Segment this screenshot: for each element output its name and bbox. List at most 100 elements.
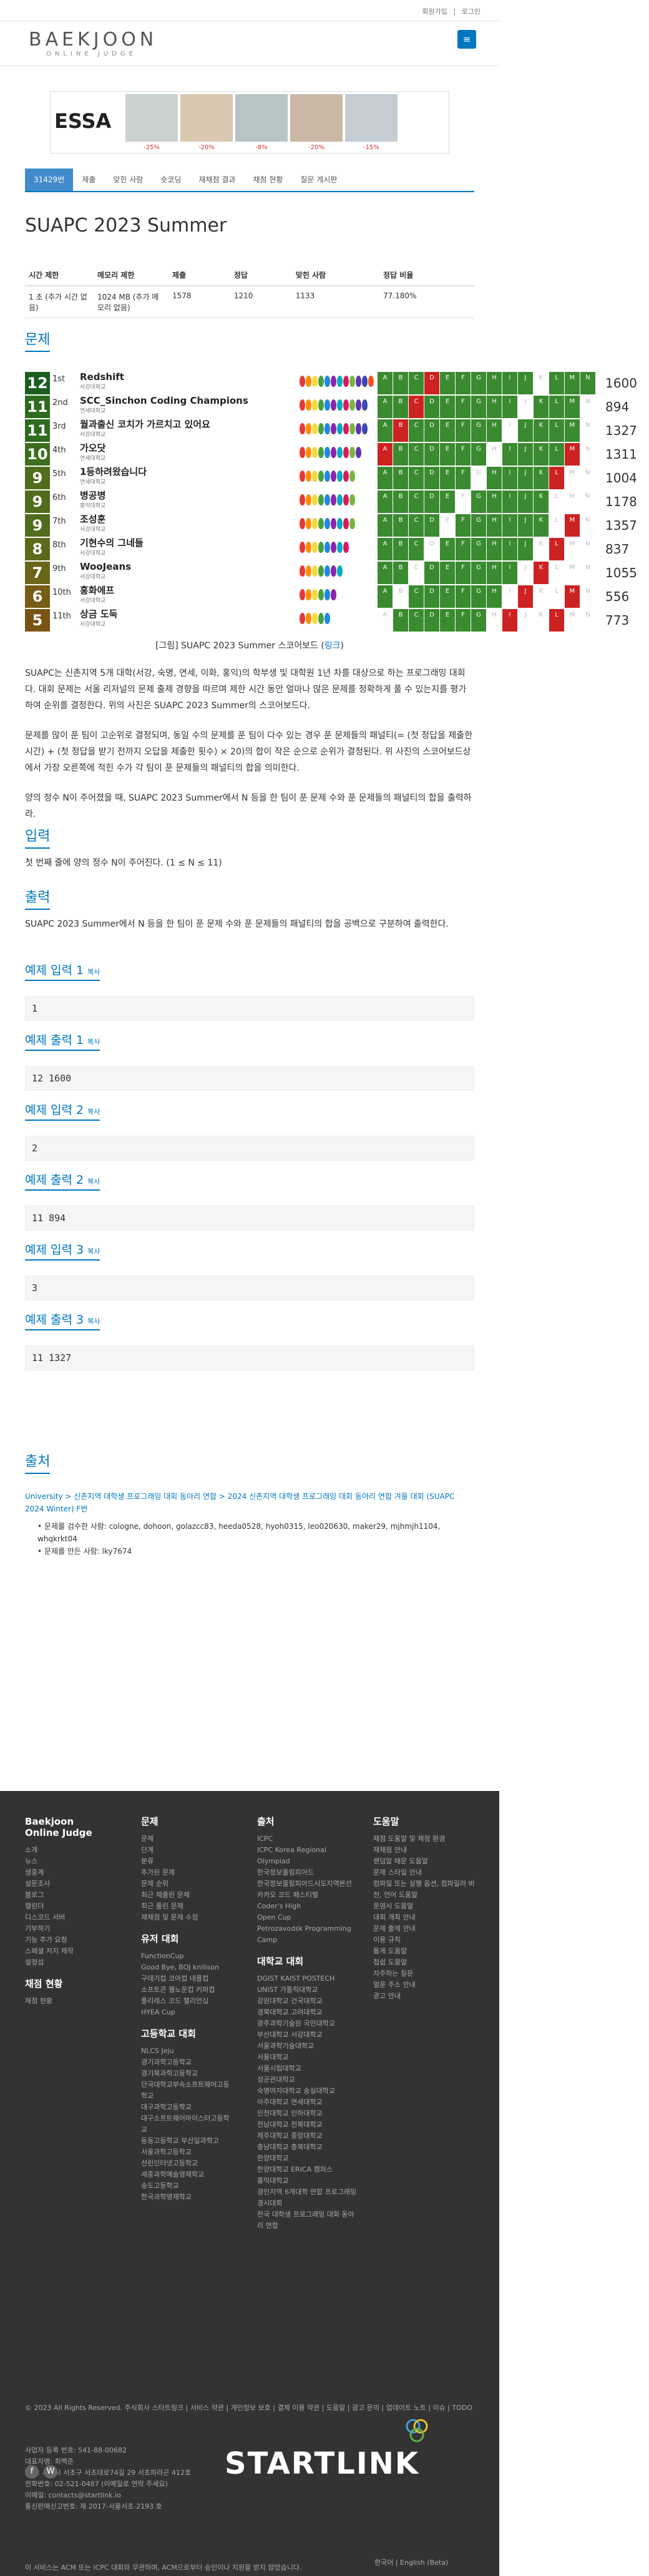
- footer-link[interactable]: 경북대학교 고려대학교: [257, 2007, 357, 2018]
- blog-icon[interactable]: W: [44, 2465, 57, 2479]
- footer-link[interactable]: 문제 순위: [141, 1878, 235, 1890]
- footer-link[interactable]: 대구과학고등학교: [141, 2102, 235, 2113]
- footer-link[interactable]: Olympiad: [257, 1856, 357, 1867]
- footer-link[interactable]: 제주대학교 중앙대학교: [257, 2130, 357, 2142]
- footer-link[interactable]: 인천대학교 인하대학교: [257, 2108, 357, 2119]
- footer-link[interactable]: 톱게 도움말: [373, 1946, 479, 1957]
- footer-link[interactable]: 기부하기: [25, 1923, 106, 1934]
- footer-link[interactable]: 디스코드 서버: [25, 1912, 106, 1923]
- footer-link[interactable]: 운영시 도움말: [373, 1901, 479, 1912]
- footer-link[interactable]: 대구소프트웨어마이스터고등학교: [141, 2113, 235, 2135]
- footer-link[interactable]: 숙명여자대학교 숭실대학교: [257, 2086, 357, 2097]
- footer-link[interactable]: 서울과학고등학교: [141, 2147, 235, 2158]
- footer-link[interactable]: 기능 추가 요청: [25, 1934, 106, 1946]
- footer-link[interactable]: ICPC: [257, 1833, 357, 1845]
- footer-link[interactable]: 얼룬 주소 안내: [373, 1979, 479, 1991]
- footer-link[interactable]: 선린인터넷고등학교: [141, 2158, 235, 2169]
- copy-button[interactable]: 복사: [87, 1178, 100, 1186]
- footer-link[interactable]: 자주하는 질문: [373, 1968, 479, 1979]
- footer-link[interactable]: ICPC Korea Regional: [257, 1845, 357, 1856]
- advertisement-banner[interactable]: ESSA -25% -20% -8% -20% -15%: [50, 91, 449, 154]
- footer-link[interactable]: 단국대학교부속소프트웨어고등학교: [141, 2079, 235, 2102]
- copy-button[interactable]: 복사: [87, 968, 100, 976]
- tab-status[interactable]: 채점 현황: [244, 168, 291, 191]
- site-logo[interactable]: BAEKJOON ONLINE JUDGE: [29, 29, 157, 57]
- tab-solved-users[interactable]: 맞힌 사람: [104, 168, 152, 191]
- footer-link[interactable]: 캘린더: [25, 1901, 106, 1912]
- register-link[interactable]: 회원가입: [422, 7, 447, 16]
- footer-link[interactable]: 경기과학고등학교: [141, 2057, 235, 2068]
- footer-link[interactable]: 대회 개최 안내: [373, 1912, 479, 1923]
- footer-link[interactable]: 세종과학예술영재학교: [141, 2169, 235, 2180]
- tab-board[interactable]: 질문 게시판: [291, 168, 346, 191]
- footer-link[interactable]: 송도고등학교: [141, 2180, 235, 2192]
- footer-link[interactable]: Petrozavodsk Programming Camp: [257, 1923, 357, 1946]
- footer-link[interactable]: 컴파일 또는 실행 옵션, 컴파일러 버전, 언어 도움말: [373, 1878, 479, 1901]
- footer-link[interactable]: 광고 안내: [373, 1991, 479, 2002]
- footer-link[interactable]: NLCS Jeju: [141, 2046, 235, 2057]
- footer-link[interactable]: UNIST 가톨릭대학교: [257, 1984, 357, 1996]
- footer-link[interactable]: 최근 제출된 문제: [141, 1890, 235, 1901]
- footer-link[interactable]: 성균관대학교: [257, 2074, 357, 2086]
- copy-button[interactable]: 복사: [87, 1317, 100, 1325]
- footer-link[interactable]: 소개: [25, 1845, 106, 1856]
- footer-link[interactable]: 채점 도움말 및 채점 환경: [373, 1833, 479, 1845]
- footer-link[interactable]: 생중계: [25, 1867, 106, 1878]
- footer-link[interactable]: 강원대학교 건국대학교: [257, 1996, 357, 2007]
- footer-link[interactable]: 최근 풀린 문제: [141, 1901, 235, 1912]
- footer-link[interactable]: 재채점 및 문제 수정: [141, 1912, 235, 1923]
- footer-link[interactable]: Open Cup: [257, 1912, 357, 1923]
- footer-link[interactable]: 접쉽 도움말: [373, 1957, 479, 1968]
- facebook-icon[interactable]: f: [25, 2465, 39, 2479]
- copy-button[interactable]: 복사: [87, 1038, 100, 1046]
- language-selector[interactable]: 한국어 | English (Beta): [374, 2557, 448, 2567]
- footer-link[interactable]: 경인지역 6개대학 연합 프로그래밍 경시대회: [257, 2187, 357, 2209]
- footer-link[interactable]: 스페셜 저지 제작: [25, 1946, 106, 1957]
- footer-link[interactable]: 문제 출제 안내: [373, 1923, 479, 1934]
- footer-link[interactable]: 한양대학교: [257, 2153, 357, 2164]
- source-link[interactable]: University > 신촌지역 대학생 프로그래밍 대회 동아리 연합 > …: [25, 1492, 454, 1513]
- solver-count[interactable]: 1133: [291, 286, 379, 318]
- footer-link[interactable]: 서울대학교: [257, 2052, 357, 2063]
- footer-link[interactable]: 블로그: [25, 1890, 106, 1901]
- footer-link[interactable]: 충남대학교 충북대학교: [257, 2142, 357, 2153]
- menu-icon[interactable]: ≡: [457, 30, 476, 49]
- footer-link[interactable]: DGIST KAIST POSTECH: [257, 1973, 357, 1984]
- footer-link[interactable]: 랜덤말 때문 도움말: [373, 1856, 479, 1867]
- footer-link[interactable]: 구데기컵 코아컵 네플컵: [141, 1973, 235, 1984]
- footer-link[interactable]: 아주대학교 연세대학교: [257, 2097, 357, 2108]
- footer-link[interactable]: 경기북과학고등학교: [141, 2068, 235, 2079]
- tab-rejudge-results[interactable]: 재채점 결과: [190, 168, 244, 191]
- footer-link[interactable]: 이용 규칙: [373, 1934, 479, 1946]
- tab-problem-number[interactable]: 31429번: [25, 168, 74, 191]
- footer-link[interactable]: 플리레스 코드 챌리언십: [141, 1996, 235, 2007]
- login-link[interactable]: 로그인: [462, 7, 481, 16]
- copy-button[interactable]: 복사: [87, 1108, 100, 1116]
- footer-link[interactable]: 문제 스타일 안내: [373, 1867, 479, 1878]
- footer-link[interactable]: 한양대학교 ERICA 캠퍼스: [257, 2164, 357, 2175]
- submission-count[interactable]: 1578: [168, 286, 230, 318]
- footer-link[interactable]: 서울과학기술대학교: [257, 2041, 357, 2052]
- footer-link[interactable]: Coder's High: [257, 1901, 357, 1912]
- footer-link[interactable]: 추가된 문제: [141, 1867, 235, 1878]
- footer-link[interactable]: 소프트콘 웰노운컵 키퍼컵: [141, 1984, 235, 1996]
- footer-link[interactable]: 카카오 코드 페스티벌: [257, 1890, 357, 1901]
- footer-link[interactable]: Good Bye, BOJ knilison: [141, 1962, 235, 1973]
- footer-link[interactable]: 뉴스: [25, 1856, 106, 1867]
- copy-button[interactable]: 복사: [87, 1247, 100, 1256]
- footer-link[interactable]: 채점 현황: [25, 1996, 106, 2007]
- footer-link[interactable]: HYEA Cup: [141, 2007, 235, 2018]
- footer-link[interactable]: 문제: [141, 1833, 235, 1845]
- footer-link[interactable]: 전남대학교 전북대학교: [257, 2119, 357, 2130]
- tab-short-coding[interactable]: 숏코딩: [152, 168, 190, 191]
- footer-link[interactable]: 전국 대학생 프로그래밍 대회 동아리 연합: [257, 2209, 357, 2232]
- scoreboard-link[interactable]: 링크: [324, 641, 341, 651]
- footer-link[interactable]: 한국정보올림피아드: [257, 1867, 357, 1878]
- footer-link[interactable]: 홍익대학교: [257, 2175, 357, 2187]
- tab-submit[interactable]: 제출: [73, 168, 104, 191]
- footer-link[interactable]: 분류: [141, 1856, 235, 1867]
- footer-link[interactable]: 부산대학교 서강대학교: [257, 2029, 357, 2041]
- footer-link[interactable]: FunctionCup: [141, 1951, 235, 1962]
- footer-link[interactable]: 광주과학기술원 국민대학교: [257, 2018, 357, 2029]
- footer-link[interactable]: 단계: [141, 1845, 235, 1856]
